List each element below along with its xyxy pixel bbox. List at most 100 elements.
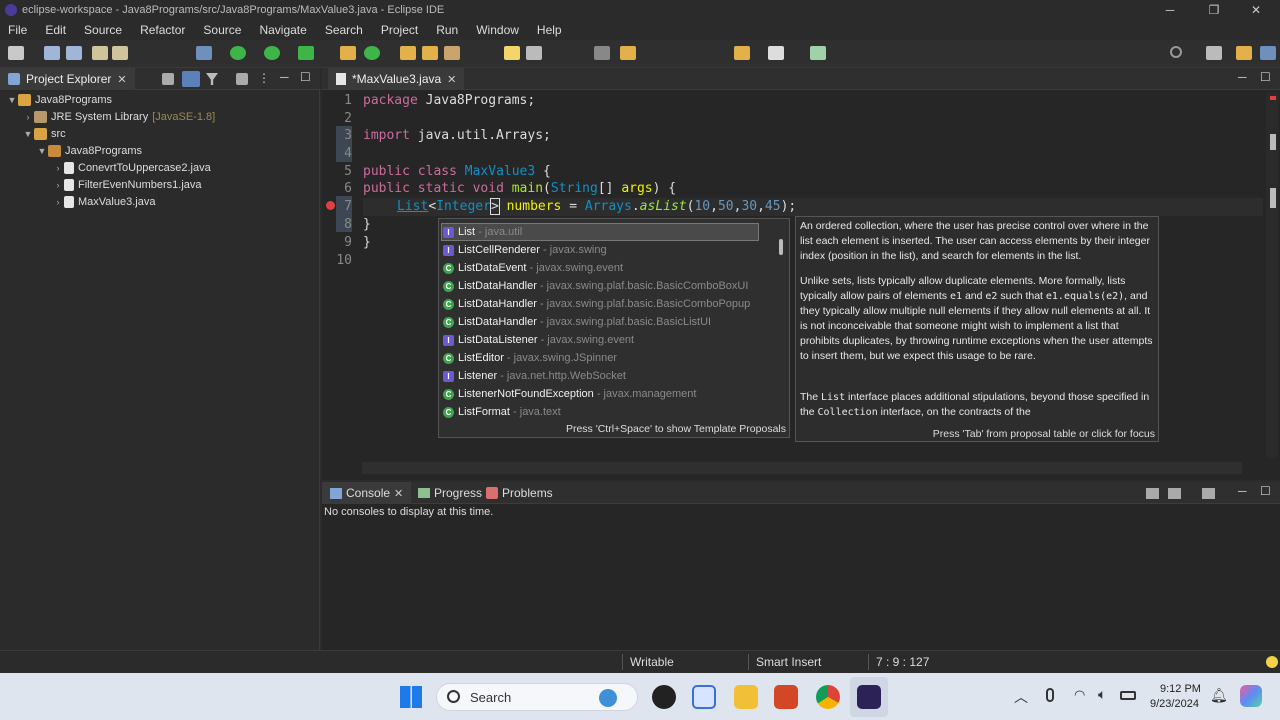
tree-item-src[interactable]: ▼ src (22, 125, 66, 142)
proposal-item[interactable]: C ListFormat - java.text (443, 403, 761, 421)
pen-icon[interactable] (444, 46, 460, 60)
menu-navigate[interactable]: Navigate (259, 23, 306, 37)
menu-project[interactable]: Project (381, 23, 418, 37)
tree-item-package[interactable]: ▼ Java8Programs (36, 142, 142, 159)
javadoc-popup[interactable]: An ordered collection, where the user ha… (795, 216, 1159, 442)
meeting-app-icon[interactable] (652, 685, 676, 709)
menu-refactor[interactable]: Refactor (140, 23, 185, 37)
minimize-view-icon[interactable]: ─ (1238, 484, 1247, 498)
clock-time[interactable]: 9:12 PM (1160, 683, 1201, 695)
copilot-icon[interactable] (1240, 685, 1262, 707)
windows-start-icon[interactable] (400, 686, 422, 708)
minimize-view-icon[interactable]: ─ (1238, 70, 1247, 84)
debug-icon[interactable] (196, 46, 212, 60)
proposal-item[interactable]: C ListDataHandler - javax.swing.plaf.basi… (443, 313, 761, 331)
maximize-view-icon[interactable]: ☐ (1260, 484, 1271, 498)
code-line-9[interactable]: } (363, 235, 371, 250)
minimize-button[interactable]: ─ (1150, 0, 1190, 20)
snipping-tool-icon[interactable] (692, 685, 716, 709)
expanded-arrow-icon[interactable]: ▼ (22, 129, 34, 139)
code-line-8[interactable]: } (363, 217, 371, 232)
new-icon[interactable] (8, 46, 24, 60)
run-coverage-icon[interactable] (264, 46, 280, 60)
proposal-item[interactable]: C ListDataHandler - javax.swing.plaf.basi… (443, 295, 761, 313)
code-line-7[interactable]: List<Integer> numbers = Arrays.asList(10… (397, 198, 796, 215)
java-perspective-icon[interactable] (1236, 46, 1252, 60)
chevron-up-icon[interactable]: ︿ (1014, 687, 1028, 707)
maximize-button[interactable]: ❐ (1194, 0, 1234, 20)
close-icon[interactable]: ✕ (394, 487, 403, 500)
run-icon[interactable] (230, 46, 246, 60)
open-console-icon[interactable] (810, 46, 826, 60)
menu-file[interactable]: File (8, 23, 27, 37)
filter-icon[interactable] (206, 73, 218, 85)
redo-icon[interactable] (112, 46, 128, 60)
tree-item-jre[interactable]: › JRE System Library [JavaSE-1.8] (22, 108, 215, 125)
horizontal-scrollbar[interactable] (362, 462, 1242, 474)
tree-item-file[interactable]: › ConevrtToUppercase2.java (52, 159, 211, 176)
menu-help[interactable]: Help (537, 23, 562, 37)
close-icon[interactable]: ✕ (117, 73, 126, 86)
taskbar-search-box[interactable]: Search (436, 683, 638, 711)
minimize-view-icon[interactable]: ─ (280, 70, 289, 84)
undo-icon[interactable] (92, 46, 108, 60)
console-options-icon[interactable] (1168, 488, 1181, 499)
show-whitespace-icon[interactable] (594, 46, 610, 60)
menu-source-2[interactable]: Source (203, 23, 241, 37)
close-icon[interactable]: ✕ (447, 73, 456, 86)
microphone-icon[interactable] (1046, 688, 1054, 702)
powerpoint-icon[interactable] (774, 685, 798, 709)
code-line-6[interactable]: public static void main(String[] args) { (363, 181, 676, 196)
tab-console[interactable]: Console ✕ (322, 482, 412, 504)
chrome-icon[interactable] (816, 685, 840, 709)
proposal-scrollbar[interactable] (779, 239, 783, 255)
search-icon[interactable] (1170, 46, 1182, 58)
collapsed-arrow-icon[interactable]: › (22, 112, 34, 122)
code-line-5[interactable]: public class MaxValue3 { (363, 164, 551, 179)
maximize-view-icon[interactable]: ☐ (300, 70, 311, 84)
tab-problems[interactable]: Problems (486, 482, 553, 504)
new-class-icon[interactable] (364, 46, 380, 60)
focus-icon[interactable] (236, 73, 248, 85)
save-all-icon[interactable] (66, 46, 82, 60)
new-java-project-icon[interactable] (340, 46, 356, 60)
view-menu-icon[interactable]: ⋮ (258, 71, 270, 85)
next-annotation-icon[interactable] (620, 46, 636, 60)
proposal-item[interactable]: C ListDataEvent - javax.swing.event (443, 259, 761, 277)
open-console-icon[interactable] (1202, 488, 1215, 499)
clock-date[interactable]: 9/23/2024 (1150, 698, 1199, 710)
back-icon[interactable] (734, 46, 750, 60)
tree-item-file[interactable]: › MaxValue3.java (52, 193, 155, 210)
proposal-item[interactable]: C ListEditor - javax.swing.JSpinner (443, 349, 761, 367)
close-window-button[interactable]: ✕ (1236, 0, 1276, 20)
save-icon[interactable] (44, 46, 60, 60)
proposal-item[interactable]: C ListDataHandler - javax.swing.plaf.basi… (443, 277, 761, 295)
code-line-3[interactable]: import java.util.Arrays; (363, 128, 551, 143)
maximize-view-icon[interactable]: ☐ (1260, 70, 1271, 84)
tree-item-file[interactable]: › FilterEvenNumbers1.java (52, 176, 202, 193)
file-explorer-icon[interactable] (734, 685, 758, 709)
proposal-item[interactable]: I ListCellRenderer - javax.swing (443, 241, 761, 259)
open-type-icon[interactable] (400, 46, 416, 60)
perspective-icon[interactable] (1206, 46, 1222, 60)
collapsed-arrow-icon[interactable]: › (52, 180, 64, 190)
expanded-arrow-icon[interactable]: ▼ (6, 95, 18, 105)
tab-progress[interactable]: Progress (418, 482, 482, 504)
proposal-item[interactable]: I Listener - java.net.http.WebSocket (443, 367, 761, 385)
tab-project-explorer[interactable]: Project Explorer ✕ (0, 68, 135, 90)
display-console-icon[interactable] (1146, 488, 1159, 499)
search-tool-icon[interactable] (422, 46, 438, 60)
collapsed-arrow-icon[interactable]: › (52, 197, 64, 207)
wifi-icon[interactable]: ◠ (1074, 687, 1085, 703)
proposal-item[interactable]: I List - java.util (443, 223, 761, 241)
tree-item-project[interactable]: ▼ Java8Programs (6, 91, 112, 108)
eclipse-taskbar-icon[interactable] (857, 685, 881, 709)
debug-perspective-icon[interactable] (1260, 46, 1276, 60)
menu-run[interactable]: Run (436, 23, 458, 37)
proposal-item[interactable]: C ListenerNotFoundException - javax.manag… (443, 385, 761, 403)
collapse-all-icon[interactable] (162, 73, 174, 85)
menu-source[interactable]: Source (84, 23, 122, 37)
notification-bell-icon[interactable]: 🔔︎ (1210, 687, 1228, 704)
link-editor-icon[interactable] (182, 71, 200, 87)
collapsed-arrow-icon[interactable]: › (52, 163, 64, 173)
